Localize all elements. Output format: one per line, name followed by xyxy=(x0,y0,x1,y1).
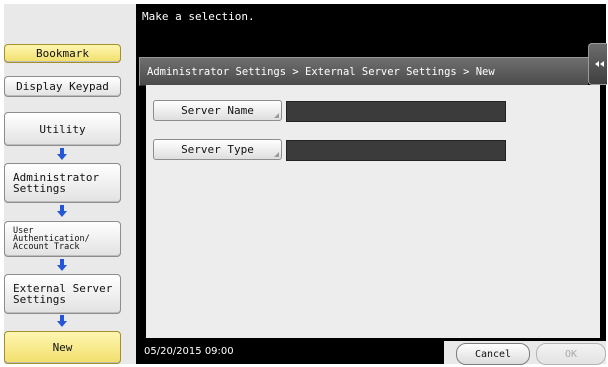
nav-step-administrator-settings[interactable]: Administrator Settings xyxy=(4,163,121,203)
message-text: Make a selection. xyxy=(142,10,255,23)
arrow-down-icon xyxy=(57,259,67,271)
display-keypad-button[interactable]: Display Keypad xyxy=(4,76,121,97)
arrow-down-icon xyxy=(57,315,67,327)
breadcrumb: Administrator Settings > External Server… xyxy=(139,57,588,86)
nav-step-external-server-settings[interactable]: External Server Settings xyxy=(4,274,121,314)
server-type-field[interactable] xyxy=(286,140,506,161)
nav-step-user-authentication[interactable]: User Authentication/ Account Track xyxy=(4,221,121,257)
nav-step-new[interactable]: New xyxy=(4,331,121,364)
nav-step-utility[interactable]: Utility xyxy=(4,112,121,146)
double-chevron-left-icon xyxy=(595,61,604,67)
datetime-text: 05/20/2015 09:00 xyxy=(144,346,234,357)
server-name-label: Server Name xyxy=(181,104,254,117)
message-bar: Make a selection. xyxy=(136,4,606,41)
server-type-label: Server Type xyxy=(181,143,254,156)
ok-button[interactable]: OK xyxy=(536,343,606,365)
server-name-button[interactable]: Server Name xyxy=(153,100,282,121)
arrow-down-icon xyxy=(57,205,67,217)
bookmark-button[interactable]: Bookmark xyxy=(4,44,121,63)
corner-marker-icon xyxy=(274,152,279,157)
breadcrumb-text: Administrator Settings > External Server… xyxy=(147,66,495,78)
server-name-field[interactable] xyxy=(286,101,506,122)
arrow-down-icon xyxy=(57,148,67,160)
status-bar: 05/20/2015 09:00 xyxy=(136,341,444,364)
server-type-button[interactable]: Server Type xyxy=(153,139,282,160)
settings-content xyxy=(146,85,600,338)
cancel-button[interactable]: Cancel xyxy=(456,343,530,365)
collapse-panel-button[interactable] xyxy=(588,43,607,85)
corner-marker-icon xyxy=(274,113,279,118)
